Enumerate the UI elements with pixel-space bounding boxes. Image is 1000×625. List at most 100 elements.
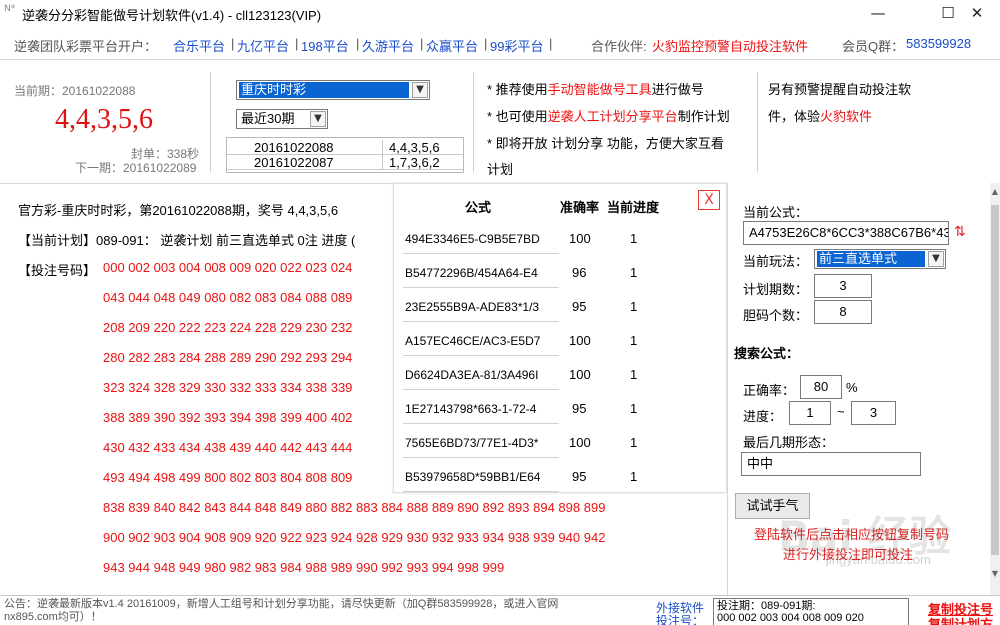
tip-line-3b: 计划 — [487, 162, 514, 177]
formula-text: 494E3346E5-C9B5E7BD — [405, 232, 540, 246]
bet-numbers-line: 000 002 003 004 008 009 020 022 023 024 — [103, 260, 353, 275]
app-icon: N* — [4, 4, 16, 14]
formula-text: B53979658D*59BB1/E64 — [405, 470, 541, 484]
platform-link-99cai[interactable]: 99彩平台 — [490, 36, 543, 55]
separator: | — [356, 36, 360, 51]
formula-row[interactable]: 7565E6BD73/77E1-4D3* — [403, 428, 559, 458]
formula-progress: 1 — [630, 231, 638, 246]
separator: | — [420, 36, 424, 51]
history-numbers: 4,4,3,5,6 — [389, 140, 440, 155]
formula-text: 23E2555B9A-ADE83*1/3 — [405, 300, 540, 314]
manual-tool-link[interactable]: 手动智能做号工具 — [548, 82, 652, 97]
bet-numbers-line: 388 389 390 392 393 394 398 399 400 402 — [103, 410, 353, 425]
formula-row[interactable]: B53979658D*59BB1/E64 — [403, 462, 559, 492]
current-formula-label: 当前公式： — [743, 205, 809, 220]
minimize-button[interactable]: — — [855, 0, 901, 28]
column-header-formula: 公式 — [465, 200, 492, 215]
formula-progress: 1 — [630, 367, 638, 382]
periods-label: 计划期数： — [743, 282, 809, 297]
swap-icon[interactable]: ⇅ — [954, 224, 966, 240]
formula-row[interactable]: 494E3346E5-C9B5E7BD — [403, 224, 559, 254]
formula-row[interactable]: A157EC46CE/AC3-E5D7 — [403, 326, 559, 356]
draw-history-list[interactable]: 20161022088 4,4,3,5,6 20161022087 1,7,3,… — [226, 137, 464, 173]
qq-number: 583599928 — [906, 36, 972, 51]
formula-accuracy: 95 — [572, 401, 587, 416]
close-window-button[interactable]: ✕ — [954, 0, 1000, 28]
promo-line-2: 件，体验火豹软件 — [768, 109, 873, 124]
formula-accuracy: 95 — [572, 469, 587, 484]
platform-link-jiuyi[interactable]: 九亿平台 — [237, 36, 289, 55]
platform-link-hele[interactable]: 合乐平台 — [173, 36, 225, 55]
platform-link-jiuyou[interactable]: 久游平台 — [362, 36, 414, 55]
formula-text: A157EC46CE/AC3-E5D7 — [405, 334, 541, 348]
range-select-value: 最近30期 — [241, 111, 295, 126]
formula-text: D6624DA3EA-81/3A496I — [405, 368, 539, 382]
progress-from-input[interactable]: 1 — [789, 401, 831, 425]
formula-text: 1E27143798*663-1-72-4 — [405, 402, 537, 416]
formula-row[interactable]: B54772296B/454A64-E4 — [403, 258, 559, 288]
copy-plan-button[interactable]: 复制计划方 — [928, 614, 993, 625]
column-header-accuracy: 准确率 — [560, 200, 600, 215]
platform-link-zhongying[interactable]: 众赢平台 — [426, 36, 478, 55]
partner-link[interactable]: 火豹监控预警自动投注软件 — [652, 36, 808, 55]
divider — [757, 72, 758, 172]
qq-label: 会员Q群： — [842, 39, 905, 54]
title-bar: N* 逆袭分分彩智能做号计划软件(v1.4) - cll123123(VIP) … — [0, 0, 1000, 28]
play-select-value: 前三直选单式 — [817, 251, 925, 267]
formula-popup: 公式 准确率 当前进度 494E3346E5-C9B5E7BD B5477229… — [393, 183, 727, 493]
bet-numbers-line: 043 044 048 049 080 082 083 084 088 089 — [103, 290, 353, 305]
scroll-up-icon[interactable]: ▲ — [990, 187, 1000, 201]
count-input[interactable]: 8 — [814, 300, 872, 324]
bet-numbers-line: 943 944 948 949 980 982 983 984 988 989 … — [103, 560, 505, 575]
formula-row[interactable]: 1E27143798*663-1-72-4 — [403, 394, 559, 424]
divider — [382, 140, 383, 155]
plan-label: 【当前计划】 — [18, 233, 97, 248]
formula-progress: 1 — [630, 401, 638, 416]
bottom-bar: 公告：逆袭最新版本v1.4 20161009，新增人工组号和计划分享功能，请尽快… — [0, 595, 1000, 625]
pattern-input[interactable]: 中中 — [741, 452, 921, 476]
formula-progress: 1 — [630, 469, 638, 484]
vertical-scrollbar[interactable]: ▲ ▼ — [990, 183, 1000, 595]
formula-progress: 1 — [630, 265, 638, 280]
tip-line-1: * 推荐使用手动智能做号工具进行做号 — [487, 82, 704, 97]
tip-line-3: * 即将开放 计划分享 功能，方便大家互看 — [487, 136, 724, 151]
current-formula-field[interactable]: A4753E26C8*6CC3*388C67B6*43E — [743, 221, 949, 245]
bet-output-line: 投注期：089-091期: — [717, 600, 816, 612]
scroll-down-icon[interactable]: ▼ — [990, 569, 1000, 583]
platform-link-198[interactable]: 198平台 — [301, 36, 349, 55]
huobao-link[interactable]: 火豹软件 — [820, 109, 872, 124]
scroll-thumb[interactable] — [991, 205, 999, 555]
divider — [382, 155, 383, 170]
bet-numbers-line: 838 839 840 842 843 844 848 849 880 882 … — [103, 500, 606, 515]
accuracy-input[interactable]: 80 — [800, 375, 842, 399]
next-period-label: 下一期：20161022089 — [75, 161, 197, 175]
formula-row[interactable]: D6624DA3EA-81/3A496I — [403, 360, 559, 390]
progress-to-input[interactable]: 3 — [851, 401, 896, 425]
formula-row[interactable]: 23E2555B9A-ADE83*1/3 — [403, 292, 559, 322]
plan-text: 089-091： 逆袭计划 前三直选单式 0注 进度 ( — [96, 233, 356, 248]
divider — [210, 72, 211, 172]
window-title: 逆袭分分彩智能做号计划软件(v1.4) - cll123123(VIP) — [22, 8, 322, 23]
chevron-down-icon: ▼ — [310, 111, 326, 127]
pattern-label: 最后几期形态： — [743, 435, 835, 450]
plan-share-link[interactable]: 逆袭人工计划分享平台 — [548, 109, 678, 124]
formula-text: 7565E6BD73/77E1-4D3* — [405, 436, 539, 450]
formula-progress: 1 — [630, 333, 638, 348]
periods-input[interactable]: 3 — [814, 274, 872, 298]
bet-numbers-line: 280 282 283 284 288 289 290 292 293 294 — [103, 350, 353, 365]
history-period: 20161022088 — [254, 140, 334, 155]
bet-numbers-line: 323 324 328 329 330 332 333 334 338 339 — [103, 380, 353, 395]
formula-progress: 1 — [630, 299, 638, 314]
separator: | — [549, 36, 553, 51]
search-formula-heading: 搜索公式： — [734, 346, 800, 361]
formula-accuracy: 100 — [569, 333, 591, 348]
close-popup-button[interactable]: X — [698, 190, 720, 210]
bet-numbers-line: 208 209 220 222 223 224 228 229 230 232 — [103, 320, 353, 335]
play-select[interactable]: 前三直选单式 ▼ — [814, 249, 946, 269]
bet-output-box[interactable]: 投注期：089-091期: 000 002 003 004 008 009 02… — [713, 598, 909, 625]
chevron-down-icon: ▼ — [412, 82, 428, 98]
lottery-select[interactable]: 重庆时时彩 ▼ — [236, 80, 430, 100]
separator: | — [231, 36, 235, 51]
range-select[interactable]: 最近30期 ▼ — [236, 109, 328, 129]
partner-label: 合作伙伴: — [591, 39, 647, 54]
